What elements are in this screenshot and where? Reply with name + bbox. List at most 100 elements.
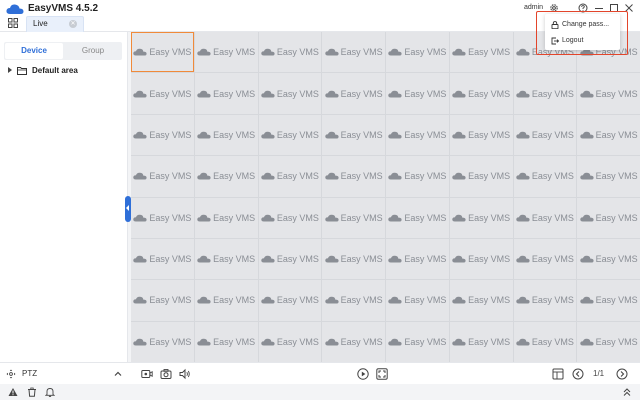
layout-split-icon[interactable]: [552, 368, 564, 380]
expand-up-icon[interactable]: [622, 387, 632, 397]
video-cell[interactable]: Easy VMS: [258, 32, 322, 73]
next-page-icon[interactable]: [616, 368, 628, 380]
video-cell[interactable]: Easy VMS: [386, 321, 449, 362]
video-cell[interactable]: Easy VMS: [194, 280, 258, 321]
video-cell[interactable]: Easy VMS: [449, 156, 513, 197]
play-all-icon[interactable]: [357, 368, 369, 380]
record-icon[interactable]: [141, 368, 153, 380]
minimize-icon[interactable]: [594, 3, 604, 13]
video-cell[interactable]: Easy VMS: [513, 156, 577, 197]
video-cell[interactable]: Easy VMS: [449, 197, 513, 238]
video-cell[interactable]: Easy VMS: [513, 114, 577, 156]
snapshot-camera-icon[interactable]: [160, 368, 172, 380]
video-cell[interactable]: Easy VMS: [449, 238, 513, 280]
video-cell[interactable]: Easy VMS: [131, 197, 194, 238]
video-cell[interactable]: Easy VMS: [386, 197, 449, 238]
video-cell[interactable]: Easy VMS: [577, 197, 640, 238]
video-cell[interactable]: Easy VMS: [322, 73, 385, 114]
video-cell[interactable]: Easy VMS: [449, 280, 513, 321]
video-cell[interactable]: Easy VMS: [449, 321, 513, 362]
video-cell[interactable]: Easy VMS: [449, 32, 513, 73]
video-cell[interactable]: Easy VMS: [386, 32, 449, 73]
video-cell-placeholder: Easy VMS: [450, 337, 513, 347]
video-cell[interactable]: Easy VMS: [194, 238, 258, 280]
video-cell[interactable]: Easy VMS: [449, 114, 513, 156]
video-cell[interactable]: Easy VMS: [258, 280, 322, 321]
apps-grid-icon[interactable]: [8, 18, 18, 28]
cloud-icon: [261, 131, 275, 139]
video-cell[interactable]: Easy VMS: [577, 321, 640, 362]
video-cell[interactable]: Easy VMS: [513, 321, 577, 362]
video-cell[interactable]: Easy VMS: [258, 321, 322, 362]
video-cell[interactable]: Easy VMS: [194, 321, 258, 362]
video-cell[interactable]: Easy VMS: [449, 73, 513, 114]
tab-close-icon[interactable]: ✕: [69, 20, 77, 28]
video-cell[interactable]: Easy VMS: [131, 32, 194, 73]
video-cell[interactable]: Easy VMS: [194, 73, 258, 114]
video-cell[interactable]: Easy VMS: [322, 114, 385, 156]
audio-icon[interactable]: [179, 368, 191, 380]
video-cell[interactable]: Easy VMS: [386, 114, 449, 156]
video-cell[interactable]: Easy VMS: [131, 156, 194, 197]
video-cell[interactable]: Easy VMS: [131, 321, 194, 362]
video-cell[interactable]: Easy VMS: [322, 156, 385, 197]
title-bar: EasyVMS 4.5.2 Live ✕ admin: [0, 0, 640, 32]
help-icon[interactable]: [578, 3, 588, 13]
video-cell[interactable]: Easy VMS: [577, 114, 640, 156]
ptz-label[interactable]: PTZ: [22, 369, 37, 378]
chevron-up-icon[interactable]: [113, 369, 123, 379]
prev-page-icon[interactable]: [572, 368, 584, 380]
video-cell[interactable]: Easy VMS: [386, 73, 449, 114]
video-cell[interactable]: Easy VMS: [386, 156, 449, 197]
tab-group[interactable]: Group: [64, 42, 122, 60]
video-cell[interactable]: Easy VMS: [194, 197, 258, 238]
video-cell[interactable]: Easy VMS: [322, 197, 385, 238]
video-cell[interactable]: Easy VMS: [258, 73, 322, 114]
video-cell[interactable]: Easy VMS: [131, 238, 194, 280]
logout-item[interactable]: Logout: [549, 34, 619, 48]
video-cell[interactable]: Easy VMS: [322, 238, 385, 280]
video-cell[interactable]: Easy VMS: [322, 280, 385, 321]
maximize-icon[interactable]: [609, 3, 619, 13]
cloud-icon: [133, 48, 147, 56]
settings-gear-icon[interactable]: [549, 3, 559, 13]
video-cell-label: Easy VMS: [276, 47, 319, 58]
video-cell[interactable]: Easy VMS: [258, 114, 322, 156]
video-cell-placeholder: Easy VMS: [322, 130, 385, 140]
video-cell[interactable]: Easy VMS: [513, 73, 577, 114]
video-cell-placeholder: Easy VMS: [195, 47, 258, 57]
tab-live[interactable]: Live ✕: [26, 16, 84, 32]
user-name[interactable]: admin: [524, 4, 543, 11]
video-cell[interactable]: Easy VMS: [386, 280, 449, 321]
video-cell[interactable]: Easy VMS: [577, 73, 640, 114]
video-cell-label: Easy VMS: [531, 212, 574, 223]
change-password-item[interactable]: Change pass...: [549, 18, 619, 32]
tab-device[interactable]: Device: [5, 43, 63, 59]
video-cell[interactable]: Easy VMS: [577, 156, 640, 197]
video-cell[interactable]: Easy VMS: [194, 156, 258, 197]
bell-icon[interactable]: [45, 387, 55, 397]
video-cell[interactable]: Easy VMS: [322, 321, 385, 362]
video-cell[interactable]: Easy VMS: [513, 197, 577, 238]
video-cell[interactable]: Easy VMS: [194, 32, 258, 73]
fullscreen-icon[interactable]: [376, 368, 388, 380]
video-cell[interactable]: Easy VMS: [131, 114, 194, 156]
video-cell[interactable]: Easy VMS: [577, 280, 640, 321]
warning-icon[interactable]: [8, 387, 18, 397]
trash-icon[interactable]: [27, 387, 37, 397]
video-cell[interactable]: Easy VMS: [513, 280, 577, 321]
video-cell[interactable]: Easy VMS: [194, 114, 258, 156]
video-cell[interactable]: Easy VMS: [386, 238, 449, 280]
video-cell[interactable]: Easy VMS: [577, 238, 640, 280]
expand-arrow-icon[interactable]: [8, 67, 12, 73]
video-cell[interactable]: Easy VMS: [322, 32, 385, 73]
video-cell[interactable]: Easy VMS: [131, 280, 194, 321]
close-icon[interactable]: [624, 3, 634, 13]
video-cell-label: Easy VMS: [404, 295, 447, 306]
collapse-sidebar-handle[interactable]: [125, 196, 131, 222]
video-cell[interactable]: Easy VMS: [258, 156, 322, 197]
video-cell[interactable]: Easy VMS: [513, 238, 577, 280]
video-cell[interactable]: Easy VMS: [258, 197, 322, 238]
video-cell[interactable]: Easy VMS: [131, 73, 194, 114]
video-cell[interactable]: Easy VMS: [258, 238, 322, 280]
